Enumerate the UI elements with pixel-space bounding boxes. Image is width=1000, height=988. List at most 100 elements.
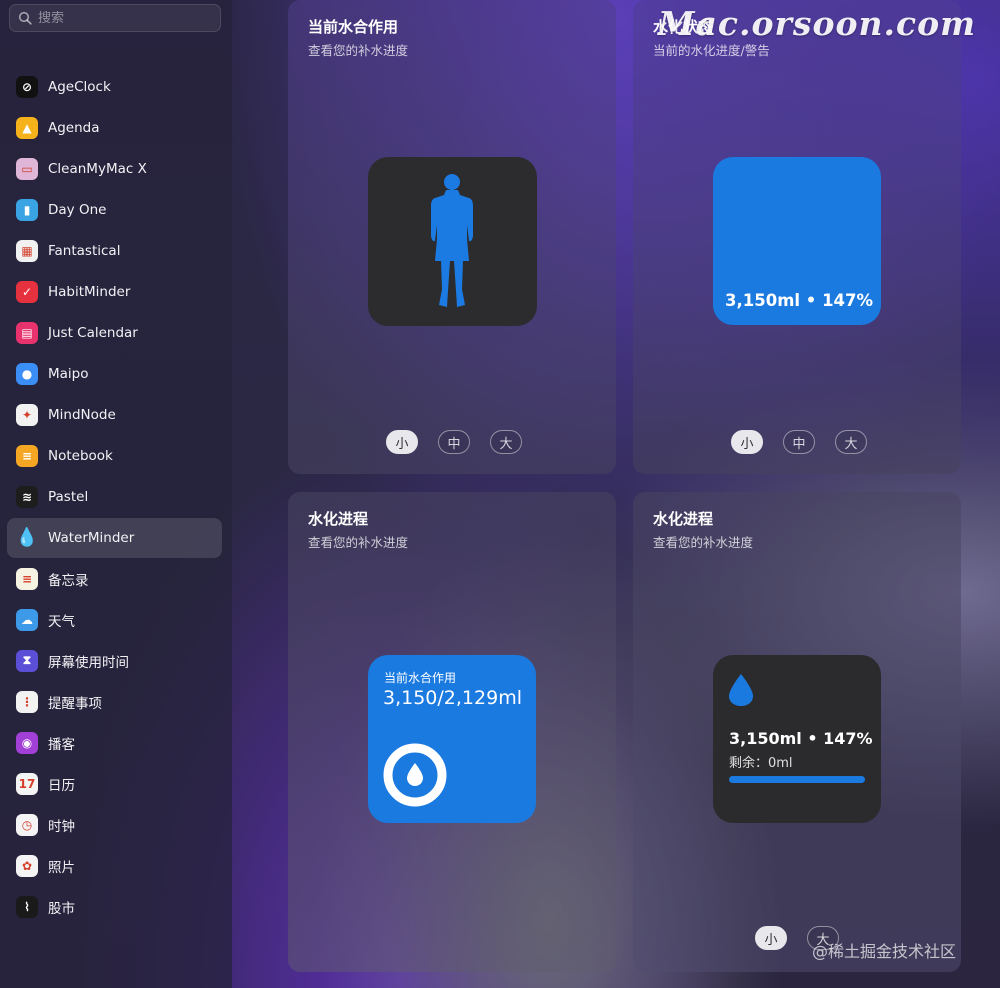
sidebar-item-notes[interactable]: ≡ 备忘录: [0, 558, 232, 599]
sidebar-item-reminders[interactable]: ⋮ 提醒事项: [0, 681, 232, 722]
mindnode-icon: ✦: [16, 403, 38, 426]
sidebar-item-justcalendar[interactable]: ▤ Just Calendar: [0, 312, 232, 353]
progress-ring: [383, 743, 447, 807]
podcasts-icon: ◉: [16, 731, 38, 754]
sidebar-item-pastel[interactable]: ≋ Pastel: [0, 476, 232, 517]
sidebar-item-label: HabitMinder: [48, 283, 131, 300]
sidebar-item-cleanmymac[interactable]: ▭ CleanMyMac X: [0, 148, 232, 189]
progress-bar-track: [729, 776, 865, 783]
watermark: Mac.orsoon.com: [658, 4, 976, 43]
progress-bar-fill: [729, 776, 865, 783]
ageclock-icon: ⊘: [16, 75, 38, 98]
card-subtitle: 查看您的补水进度: [653, 535, 754, 550]
sidebar-item-label: 屏幕使用时间: [48, 654, 129, 671]
sidebar-item-label: MindNode: [48, 406, 116, 423]
sidebar-item-waterminder[interactable]: 💧 WaterMinder: [0, 517, 232, 558]
card-subtitle: 查看您的补水进度: [308, 535, 409, 550]
sidebar-item-mindnode[interactable]: ✦ MindNode: [0, 394, 232, 435]
sidebar-item-label: Just Calendar: [48, 324, 138, 341]
pastel-icon: ≋: [16, 485, 38, 508]
remaining-label: 剩余：0ml: [729, 756, 793, 771]
sidebar-item-calendar[interactable]: 17 日历: [0, 763, 232, 804]
size-medium-button[interactable]: 中: [783, 430, 815, 454]
photos-icon: ✿: [16, 854, 38, 877]
ring-widget-preview[interactable]: 当前水合作用 3,150/2,129ml: [368, 655, 536, 823]
size-medium-button[interactable]: 中: [438, 430, 470, 454]
fantastical-icon: ▦: [16, 239, 38, 262]
sidebar-item-label: WaterMinder: [48, 529, 135, 546]
status-value: 3,150ml • 147%: [725, 291, 874, 310]
sidebar-item-fantastical[interactable]: ▦ Fantastical: [0, 230, 232, 271]
clock-icon: ◷: [16, 813, 38, 836]
widget-card-current-hydration[interactable]: 当前水合作用 查看您的补水进度 小 中 大: [288, 0, 616, 474]
size-selector: 小 中 大: [386, 430, 522, 454]
stocks-icon: ⌇: [16, 895, 38, 918]
habitminder-icon: ✓: [16, 280, 38, 303]
sidebar-item-agenda[interactable]: ▲ Agenda: [0, 107, 232, 148]
size-small-button[interactable]: 小: [386, 430, 418, 454]
sidebar-item-ageclock[interactable]: ⊘ AgeClock: [0, 66, 232, 107]
card-title: 当前水合作用: [308, 18, 399, 36]
sidebar-item-label: CleanMyMac X: [48, 160, 147, 177]
sidebar-item-dayone[interactable]: ▮ Day One: [0, 189, 232, 230]
card-title: 水化进程: [308, 510, 369, 528]
search-field[interactable]: [9, 4, 221, 32]
notes-icon: ≡: [16, 567, 38, 590]
sidebar-item-clock[interactable]: ◷ 时钟: [0, 804, 232, 845]
sidebar-item-weather[interactable]: ☁ 天气: [0, 599, 232, 640]
size-large-button[interactable]: 大: [835, 430, 867, 454]
size-large-button[interactable]: 大: [490, 430, 522, 454]
sidebar-item-stocks[interactable]: ⌇ 股市: [0, 886, 232, 927]
status-widget-preview[interactable]: 3,150ml • 147%: [713, 157, 881, 325]
sidebar-item-screentime[interactable]: ⧗ 屏幕使用时间: [0, 640, 232, 681]
widget-card-hydration-status[interactable]: 水化状态 当前的水化进度/警告 3,150ml • 147% 小 中 大: [633, 0, 961, 474]
widget-card-progress-ring[interactable]: 水化进程 查看您的补水进度 当前水合作用 3,150/2,129ml: [288, 492, 616, 972]
search-input[interactable]: [38, 10, 208, 26]
size-selector: 小 中 大: [731, 430, 867, 454]
sidebar-item-label: Day One: [48, 201, 107, 218]
widget-card-progress-bar[interactable]: 水化进程 查看您的补水进度 3,150ml • 147% 剩余：0ml 小 大: [633, 492, 961, 972]
widget-title: 当前水合作用: [384, 671, 457, 685]
sidebar-item-label: Pastel: [48, 488, 89, 505]
sidebar-item-label: 时钟: [48, 818, 75, 835]
sidebar-item-podcasts[interactable]: ◉ 播客: [0, 722, 232, 763]
sidebar-item-label: 天气: [48, 613, 75, 630]
agenda-icon: ▲: [16, 116, 38, 139]
sidebar-item-label: 播客: [48, 736, 75, 753]
notebook-icon: ≡: [16, 444, 38, 467]
weather-icon: ☁: [16, 608, 38, 631]
waterminder-icon: 💧: [15, 527, 39, 548]
size-small-button[interactable]: 小: [755, 926, 787, 950]
card-title: 水化进程: [653, 510, 714, 528]
size-small-button[interactable]: 小: [731, 430, 763, 454]
cleanmymac-icon: ▭: [16, 157, 38, 180]
app-list: ⊘ AgeClock ▲ Agenda ▭ CleanMyMac X ▮ Day One ▦ Fa…: [0, 66, 232, 927]
search-icon: [18, 11, 32, 25]
water-drop-icon: [407, 763, 423, 786]
bar-widget-preview[interactable]: 3,150ml • 147% 剩余：0ml: [713, 655, 881, 823]
sidebar-item-label: Agenda: [48, 119, 100, 136]
sidebar-item-label: Fantastical: [48, 242, 121, 259]
card-subtitle: 查看您的补水进度: [308, 43, 409, 58]
sidebar-item-notebook[interactable]: ≡ Notebook: [0, 435, 232, 476]
dayone-icon: ▮: [16, 198, 38, 221]
sidebar-item-maipo[interactable]: ● Maipo: [0, 353, 232, 394]
screentime-icon: ⧗: [16, 649, 38, 672]
body-widget-preview[interactable]: [368, 157, 537, 326]
sidebar-item-label: 提醒事项: [48, 695, 102, 712]
sidebar-item-label: 日历: [48, 777, 75, 794]
sidebar: ⊘ AgeClock ▲ Agenda ▭ CleanMyMac X ▮ Day One ▦ Fa…: [0, 0, 232, 988]
reminders-icon: ⋮: [16, 690, 38, 713]
sidebar-item-label: AgeClock: [48, 78, 111, 95]
maipo-icon: ●: [16, 362, 38, 385]
sidebar-item-habitminder[interactable]: ✓ HabitMinder: [0, 271, 232, 312]
sidebar-item-label: 股市: [48, 900, 75, 917]
justcalendar-icon: ▤: [16, 321, 38, 344]
sidebar-item-label: Notebook: [48, 447, 113, 464]
water-drop-icon: [729, 674, 753, 706]
sidebar-item-label: 备忘录: [48, 572, 89, 589]
sidebar-item-photos[interactable]: ✿ 照片: [0, 845, 232, 886]
widget-value: 3,150/2,129ml: [383, 687, 522, 709]
body-silhouette-icon: [431, 174, 473, 307]
sidebar-item-label: 照片: [48, 859, 75, 876]
